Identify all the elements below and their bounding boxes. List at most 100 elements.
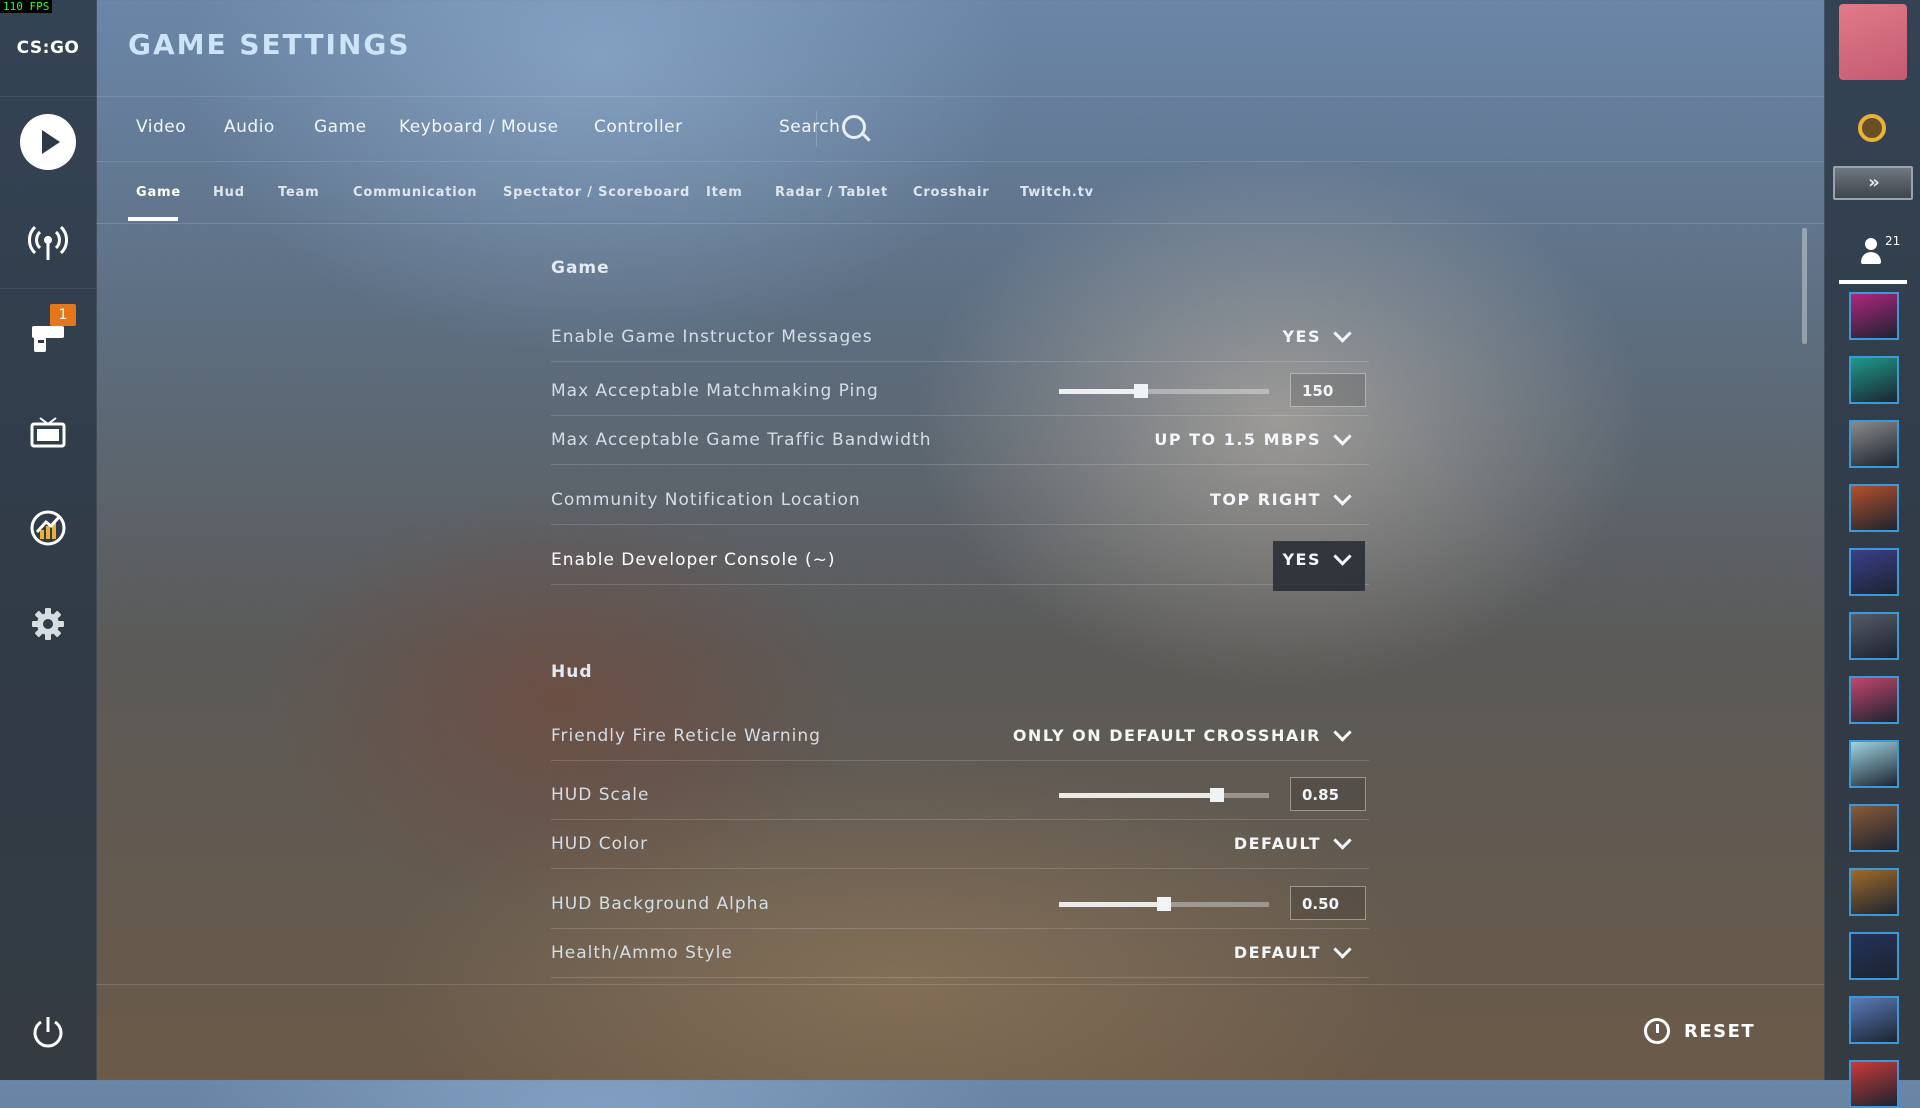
setting-label: Health/Ammo Style: [551, 943, 733, 963]
footer-divider: [96, 984, 1824, 985]
slider-handle[interactable]: [1157, 897, 1171, 911]
dropdown-value[interactable]: DEFAULT: [1234, 834, 1321, 853]
tab-controller[interactable]: Controller: [594, 117, 683, 137]
settings-scrollbar[interactable]: [1802, 228, 1807, 344]
setting-row-hud-scale: HUD Scale 0.85: [551, 771, 1369, 820]
slider-handle[interactable]: [1209, 788, 1224, 802]
setting-row-traffic-bandwidth[interactable]: Max Acceptable Game Traffic Bandwidth UP…: [551, 416, 1369, 465]
csgo-logo: CS:GO: [0, 0, 96, 97]
friend-avatar[interactable]: [1849, 356, 1899, 404]
friend-avatar[interactable]: [1849, 676, 1899, 724]
dropdown-value[interactable]: YES: [1282, 550, 1321, 569]
setting-label: Enable Developer Console (~): [551, 550, 836, 570]
friend-avatar[interactable]: [1849, 932, 1899, 980]
friend-avatar[interactable]: [1849, 292, 1899, 340]
hud-alpha-slider[interactable]: [1059, 897, 1269, 911]
subtab-crosshair[interactable]: Crosshair: [913, 185, 989, 200]
friend-avatar[interactable]: [1849, 612, 1899, 660]
friend-avatar[interactable]: [1849, 1060, 1899, 1108]
settings-button[interactable]: [18, 594, 78, 654]
ping-slider[interactable]: [1059, 384, 1269, 398]
tab-game[interactable]: Game: [314, 117, 367, 137]
stats-button[interactable]: [18, 498, 78, 558]
tab-video[interactable]: Video: [136, 117, 186, 137]
friend-avatar[interactable]: [1849, 484, 1899, 532]
setting-label: Enable Game Instructor Messages: [551, 327, 873, 347]
subtab-team[interactable]: Team: [278, 185, 319, 200]
active-subtab-indicator: [128, 217, 178, 221]
power-icon: [33, 1017, 63, 1048]
friend-avatar[interactable]: [1849, 420, 1899, 468]
reset-label: RESET: [1684, 1020, 1756, 1042]
dropdown-value[interactable]: UP TO 1.5 MBPS: [1154, 430, 1321, 449]
setting-row-hud-color[interactable]: HUD Color DEFAULT: [551, 820, 1369, 869]
chevron-down-icon[interactable]: [1333, 723, 1352, 742]
service-medal-icon[interactable]: [1858, 114, 1886, 142]
search-button[interactable]: Search: [779, 117, 840, 137]
dropdown-value[interactable]: DEFAULT: [1234, 943, 1321, 962]
slider-fill: [1059, 902, 1164, 907]
setting-label: HUD Background Alpha: [551, 894, 770, 914]
subtab-twitch[interactable]: Twitch.tv: [1020, 185, 1094, 200]
subtab-hud[interactable]: Hud: [213, 185, 245, 200]
subtab-communication[interactable]: Communication: [353, 185, 477, 200]
setting-row-instructor-messages[interactable]: Enable Game Instructor Messages YES: [551, 313, 1369, 362]
setting-row-friendly-fire-warning[interactable]: Friendly Fire Reticle Warning ONLY ON DE…: [551, 712, 1369, 761]
chevron-down-icon[interactable]: [1333, 487, 1352, 506]
player-avatar[interactable]: [1839, 4, 1907, 80]
setting-label: Friendly Fire Reticle Warning: [551, 726, 821, 746]
subtab-game[interactable]: Game: [136, 185, 181, 200]
friend-avatar[interactable]: [1849, 868, 1899, 916]
hud-scale-slider[interactable]: [1059, 788, 1269, 802]
friend-avatar[interactable]: [1849, 740, 1899, 788]
tab-audio[interactable]: Audio: [224, 117, 275, 137]
hud-scale-value-input[interactable]: 0.85: [1290, 777, 1366, 811]
play-button[interactable]: [20, 114, 76, 170]
main-sidebar: CS:GO 1: [0, 0, 97, 1080]
chevron-down-icon[interactable]: [1333, 940, 1352, 959]
power-button[interactable]: [18, 1002, 78, 1062]
friend-avatar[interactable]: [1849, 548, 1899, 596]
chevron-down-icon[interactable]: [1333, 831, 1352, 850]
page-title: GAME SETTINGS: [128, 28, 411, 61]
setting-label: HUD Color: [551, 834, 649, 854]
dropdown-value[interactable]: YES: [1282, 327, 1321, 346]
setting-row-matchmaking-ping: Max Acceptable Matchmaking Ping 150: [551, 367, 1369, 416]
subtab-radar-tablet[interactable]: Radar / Tablet: [775, 185, 888, 200]
slider-fill: [1059, 389, 1141, 394]
reset-button[interactable]: RESET: [1644, 1018, 1755, 1044]
subtab-item[interactable]: Item: [706, 185, 743, 200]
friends-online-count: 21: [1885, 234, 1901, 248]
section-title-hud: Hud: [551, 662, 593, 682]
slider-handle[interactable]: [1133, 384, 1148, 398]
reset-icon: [1644, 1018, 1670, 1044]
chevron-down-icon[interactable]: [1333, 324, 1352, 343]
ping-value-input[interactable]: 150: [1290, 373, 1366, 407]
settings-subtabs: Game Hud Team Communication Spectator / …: [96, 161, 1824, 224]
stats-icon: [30, 510, 66, 546]
setting-row-notification-location[interactable]: Community Notification Location TOP RIGH…: [551, 476, 1369, 525]
dropdown-value[interactable]: TOP RIGHT: [1210, 490, 1321, 509]
chevron-down-icon[interactable]: [1333, 427, 1352, 446]
watch-button[interactable]: [18, 402, 78, 462]
friends-sidebar: » 21: [1824, 0, 1920, 1108]
hud-alpha-value-input[interactable]: 0.50: [1290, 886, 1366, 920]
dropdown-value[interactable]: ONLY ON DEFAULT CROSSHAIR: [1013, 726, 1321, 745]
broadcast-button[interactable]: [18, 212, 78, 272]
setting-label: HUD Scale: [551, 785, 650, 805]
broadcast-icon: [28, 225, 68, 260]
subtab-spectator-scoreboard[interactable]: Spectator / Scoreboard: [503, 185, 690, 200]
search-icon[interactable]: [842, 115, 866, 139]
friend-avatar[interactable]: [1849, 804, 1899, 852]
friends-icon: [1861, 238, 1881, 264]
friend-avatar[interactable]: [1849, 996, 1899, 1044]
setting-row-health-ammo-style[interactable]: Health/Ammo Style DEFAULT: [551, 929, 1369, 978]
fps-counter: 110 FPS: [0, 0, 53, 13]
friends-list-toggle[interactable]: 21: [1839, 230, 1907, 284]
play-icon: [41, 130, 60, 154]
rank-badge[interactable]: »: [1833, 166, 1913, 200]
setting-label: Max Acceptable Game Traffic Bandwidth: [551, 430, 932, 450]
tab-keyboard-mouse[interactable]: Keyboard / Mouse: [399, 117, 559, 137]
setting-label: Max Acceptable Matchmaking Ping: [551, 381, 879, 401]
setting-row-developer-console[interactable]: Enable Developer Console (~) YES: [551, 536, 1369, 591]
